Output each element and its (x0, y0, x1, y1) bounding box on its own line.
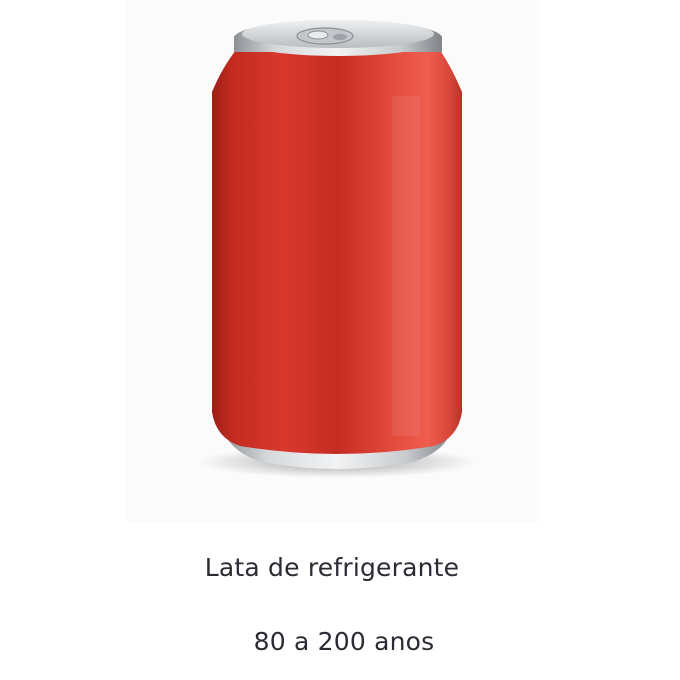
can-highlight (392, 96, 420, 436)
can-body (212, 92, 462, 454)
pull-tab-icon (296, 27, 354, 45)
soda-can-image (197, 20, 477, 478)
can-shoulder (212, 50, 462, 92)
product-title: Lata de refrigerante (204, 553, 460, 582)
decomposition-time-label: 80 a 200 anos (253, 627, 435, 656)
